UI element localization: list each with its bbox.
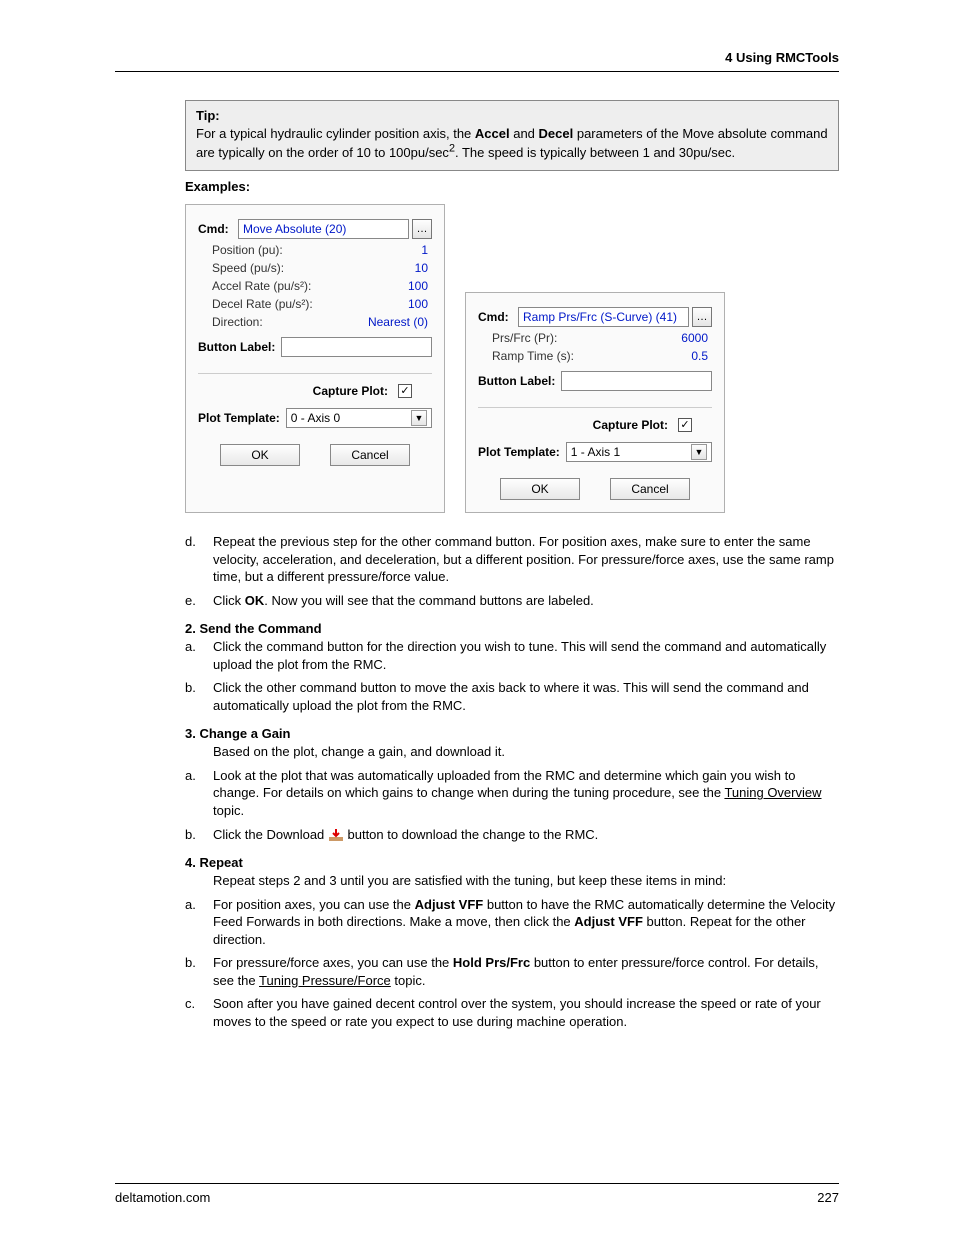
section-2-heading: 2. Send the Command <box>185 621 839 636</box>
step-4c-text: Soon after you have gained decent contro… <box>213 995 839 1030</box>
page-footer: deltamotion.com 227 <box>115 1183 839 1205</box>
param-label: Decel Rate (pu/s²): <box>198 297 362 311</box>
plot-template-label: Plot Template: <box>478 445 560 459</box>
plot-template-label: Plot Template: <box>198 411 280 425</box>
chevron-down-icon: ▼ <box>691 444 707 460</box>
tip-box: Tip: For a typical hydraulic cylinder po… <box>185 100 839 171</box>
param-value[interactable]: 100 <box>362 297 432 311</box>
plot-template-select[interactable]: 1 - Axis 1 ▼ <box>566 442 712 462</box>
param-value[interactable]: 10 <box>362 261 432 275</box>
button-label-input[interactable] <box>561 371 712 391</box>
plot-template-select[interactable]: 0 - Axis 0 ▼ <box>286 408 432 428</box>
cmd-field[interactable]: Move Absolute (20) <box>238 219 409 239</box>
list-marker: a. <box>185 638 213 673</box>
step-3b-text: Click the Download button to download th… <box>213 826 839 844</box>
cancel-button[interactable]: Cancel <box>330 444 410 466</box>
ok-button[interactable]: OK <box>220 444 300 466</box>
button-label-label: Button Label: <box>198 340 275 354</box>
param-label: Prs/Frc (Pr): <box>478 331 642 345</box>
tip-text: For a typical hydraulic cylinder positio… <box>196 126 828 161</box>
page-header: 4 Using RMCTools <box>115 50 839 72</box>
step-2b-text: Click the other command button to move t… <box>213 679 839 714</box>
cmd-browse-button[interactable]: … <box>412 219 432 239</box>
footer-site: deltamotion.com <box>115 1190 210 1205</box>
step-d-text: Repeat the previous step for the other c… <box>213 533 839 586</box>
ok-button[interactable]: OK <box>500 478 580 500</box>
list-marker: b. <box>185 826 213 844</box>
list-marker: b. <box>185 954 213 989</box>
divider <box>198 373 432 374</box>
cmd-field[interactable]: Ramp Prs/Frc (S-Curve) (41) <box>518 307 689 327</box>
cancel-button[interactable]: Cancel <box>610 478 690 500</box>
section-3-heading: 3. Change a Gain <box>185 726 839 741</box>
step-3a-text: Look at the plot that was automatically … <box>213 767 839 820</box>
step-4b-text: For pressure/force axes, you can use the… <box>213 954 839 989</box>
step-4a-text: For position axes, you can use the Adjus… <box>213 896 839 949</box>
cmd-browse-button[interactable]: … <box>692 307 712 327</box>
tuning-pressure-force-link[interactable]: Tuning Pressure/Force <box>259 973 391 988</box>
step-e-text: Click OK. Now you will see that the comm… <box>213 592 839 610</box>
tip-label: Tip: <box>196 108 220 123</box>
list-marker: a. <box>185 767 213 820</box>
param-label: Direction: <box>198 315 362 329</box>
capture-plot-label: Capture Plot: <box>313 384 388 398</box>
section-4-subtext: Repeat steps 2 and 3 until you are satis… <box>213 872 839 890</box>
param-value[interactable]: Nearest (0) <box>362 315 432 329</box>
step-2a-text: Click the command button for the directi… <box>213 638 839 673</box>
list-marker: c. <box>185 995 213 1030</box>
capture-plot-label: Capture Plot: <box>593 418 668 432</box>
dialog-ramp-prs-frc: Cmd: Ramp Prs/Frc (S-Curve) (41) … Prs/F… <box>465 292 725 513</box>
param-value[interactable]: 0.5 <box>642 349 712 363</box>
param-label: Speed (pu/s): <box>198 261 362 275</box>
examples-label: Examples: <box>185 179 839 194</box>
button-label-label: Button Label: <box>478 374 555 388</box>
chevron-down-icon: ▼ <box>411 410 427 426</box>
button-label-input[interactable] <box>281 337 432 357</box>
dialog-move-absolute: Cmd: Move Absolute (20) … Position (pu):… <box>185 204 445 513</box>
param-label: Position (pu): <box>198 243 362 257</box>
capture-plot-checkbox[interactable]: ✓ <box>678 418 692 432</box>
param-value[interactable]: 1 <box>362 243 432 257</box>
param-label: Ramp Time (s): <box>478 349 642 363</box>
tuning-overview-link[interactable]: Tuning Overview <box>724 785 821 800</box>
list-marker: b. <box>185 679 213 714</box>
cmd-label: Cmd: <box>478 310 518 324</box>
list-marker: e. <box>185 592 213 610</box>
list-marker: d. <box>185 533 213 586</box>
param-label: Accel Rate (pu/s²): <box>198 279 362 293</box>
param-value[interactable]: 6000 <box>642 331 712 345</box>
cmd-label: Cmd: <box>198 222 238 236</box>
param-value[interactable]: 100 <box>362 279 432 293</box>
capture-plot-checkbox[interactable]: ✓ <box>398 384 412 398</box>
footer-page-number: 227 <box>817 1190 839 1205</box>
divider <box>478 407 712 408</box>
section-3-subtext: Based on the plot, change a gain, and do… <box>213 743 839 761</box>
section-4-heading: 4. Repeat <box>185 855 839 870</box>
download-icon <box>328 828 344 842</box>
list-marker: a. <box>185 896 213 949</box>
